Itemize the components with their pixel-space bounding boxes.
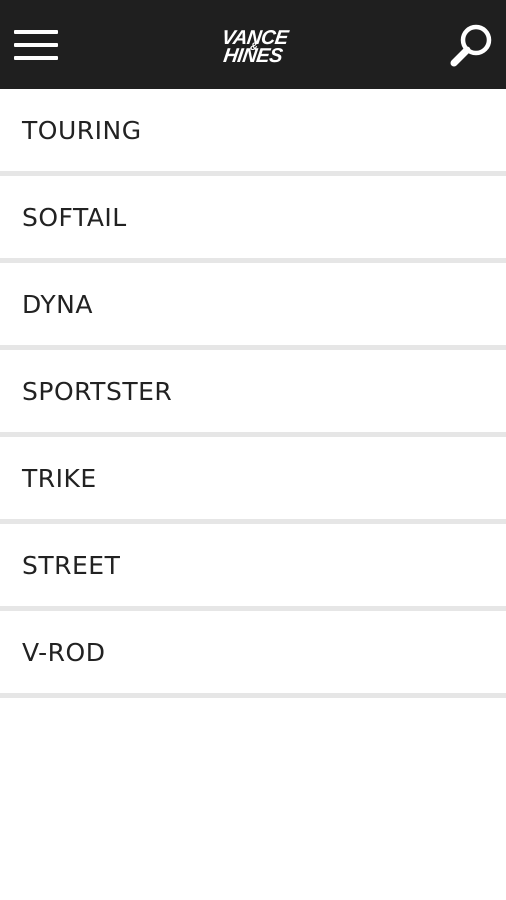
logo-bottom-text: HINES [222, 45, 285, 66]
category-item-trike[interactable]: TRIKE [0, 437, 506, 524]
hamburger-menu-icon [14, 30, 58, 60]
category-item-sportster[interactable]: SPORTSTER [0, 350, 506, 437]
category-item-v-rod[interactable]: V-ROD [0, 611, 506, 698]
category-label: V-ROD [22, 638, 106, 667]
category-item-dyna[interactable]: DYNA [0, 263, 506, 350]
category-list: TOURING SOFTAIL DYNA SPORTSTER TRIKE STR… [0, 89, 506, 698]
category-label: TOURING [22, 116, 142, 145]
category-item-touring[interactable]: TOURING [0, 89, 506, 176]
menu-button[interactable] [8, 18, 64, 72]
search-icon [450, 24, 492, 67]
category-label: DYNA [22, 290, 93, 319]
category-label: STREET [22, 551, 121, 580]
category-item-softail[interactable]: SOFTAIL [0, 176, 506, 263]
app-header: VANCE & HINES [0, 0, 506, 89]
category-label: TRIKE [22, 464, 97, 493]
search-button[interactable] [446, 20, 498, 72]
category-label: SOFTAIL [22, 203, 127, 232]
category-item-street[interactable]: STREET [0, 524, 506, 611]
vance-hines-logo[interactable]: VANCE & HINES [186, 26, 322, 66]
category-label: SPORTSTER [22, 377, 173, 406]
